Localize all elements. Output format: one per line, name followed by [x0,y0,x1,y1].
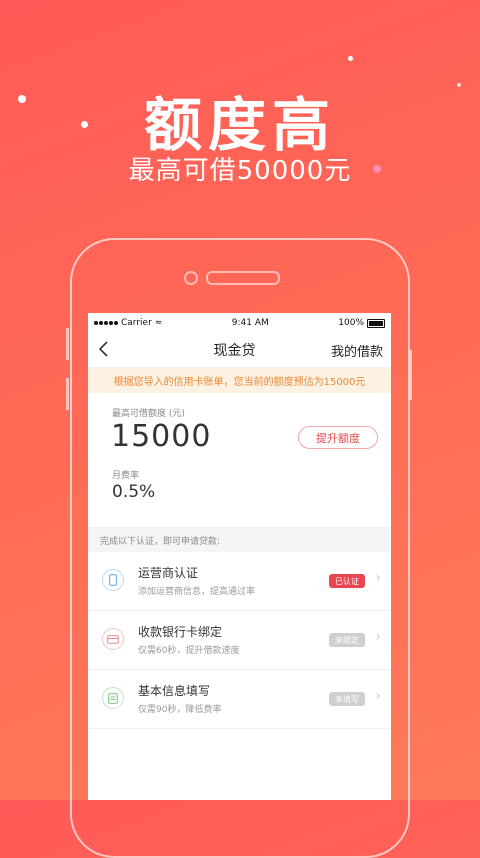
notice-banner: 根据您导入的信用卡账单，您当前的额度预估为15000元 [88,368,391,393]
quota-card: 最高可借额度 (元) 15000 月费率 0.5% 提升额度 [88,393,391,528]
phone-speaker-icon [206,271,280,285]
item-title: 基本信息填写 [138,684,211,698]
list-item-bank-card[interactable]: 收款银行卡绑定 仅需60秒，提升借款速度 未绑定 › [88,611,391,670]
item-title: 收款银行卡绑定 [138,625,223,639]
status-badge: 未绑定 [329,633,365,647]
chevron-right-icon: › [375,570,381,586]
chevron-right-icon: › [375,688,381,704]
phone-camera-icon [184,271,198,285]
status-bar: Carrier ≈ 9:41 AM 100% [88,313,391,333]
signal-icon [94,321,118,325]
item-desc: 仅需90秒，降低费率 [138,705,222,715]
monthly-rate-value: 0.5% [112,482,156,502]
carrier-label: Carrier [121,318,152,328]
chevron-right-icon: › [375,629,381,645]
chevron-left-icon[interactable] [98,338,138,362]
list-item-carrier-auth[interactable]: 运营商认证 添加运营商信息，提高通过率 已认证 › [88,552,391,611]
my-loans-link[interactable]: 我的借款 [331,341,383,360]
phone-side-button [66,378,69,410]
status-badge: 已认证 [329,574,365,588]
item-title: 运营商认证 [138,566,199,580]
page-title: 现金贷 [213,343,256,359]
battery-percent: 100% [338,318,364,328]
status-badge: 未填写 [329,692,365,706]
decor-dot [348,56,353,61]
quota-amount: 15000 [111,419,212,454]
battery-icon [367,318,385,328]
phone-side-button [409,350,412,400]
item-desc: 仅需60秒，提升借款速度 [138,646,240,656]
phone-icon [102,569,124,591]
monthly-rate-label: 月费率 [112,471,140,481]
section-hint: 完成以下认证，即可申请贷款: [88,528,391,552]
status-time: 9:41 AM [231,318,269,328]
list-item-basic-info[interactable]: 基本信息填写 仅需90秒，降低费率 未填写 › [88,670,391,729]
promo-subline: 最高可借50000元 [128,156,352,186]
wifi-icon: ≈ [154,318,163,328]
quota-label: 最高可借额度 (元) [112,409,185,419]
raise-limit-button[interactable]: 提升额度 [298,426,378,449]
phone-side-button [66,328,69,360]
document-icon [102,687,124,709]
bank-card-icon [102,628,124,650]
item-desc: 添加运营商信息，提高通过率 [138,587,256,597]
app-screen: Carrier ≈ 9:41 AM 100% 现金贷 我的借款 根据您导入的信用… [88,313,391,800]
nav-bar: 现金贷 我的借款 [88,333,391,368]
